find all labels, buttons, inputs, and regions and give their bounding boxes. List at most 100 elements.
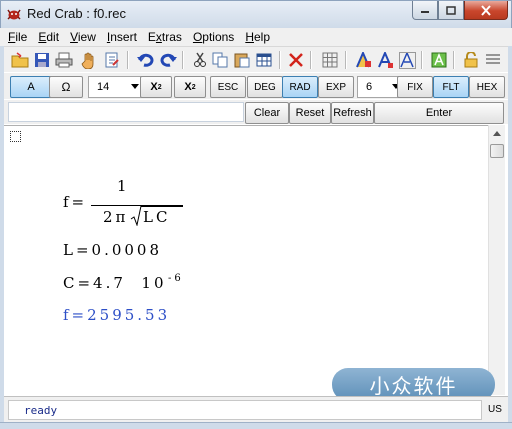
input-row: Clear Reset Refresh Enter (4, 100, 508, 124)
mode-toolbar: A Ω 14 X2 X2 ESC DEG RAD EXP 6 FIX FLT H… (4, 73, 508, 99)
copy-icon[interactable] (210, 50, 230, 70)
close-button[interactable] (464, 1, 508, 20)
status-text: ready (8, 400, 482, 420)
green-a-icon[interactable] (429, 50, 449, 70)
chevron-down-icon (131, 84, 139, 89)
square-button[interactable]: X2 (140, 76, 172, 98)
menu-file-label: ile (15, 30, 28, 44)
red-crab-app-icon (7, 9, 21, 20)
worksheet[interactable] (4, 125, 504, 395)
delete-x-icon[interactable] (286, 50, 306, 70)
enter-button[interactable]: Enter (374, 102, 504, 124)
minimize-button[interactable] (412, 1, 438, 20)
close-icon (481, 4, 491, 16)
lock-icon[interactable] (461, 50, 481, 70)
minimize-icon (421, 11, 429, 13)
font-size-value: 14 (97, 81, 110, 93)
menu-view-accel: V (70, 30, 78, 44)
cut-icon[interactable] (190, 50, 210, 70)
grid-icon[interactable] (320, 50, 340, 70)
toolbar-separator (182, 51, 184, 69)
menu-view[interactable]: View (70, 30, 96, 44)
subscript-base: X (184, 81, 192, 93)
status-bar: ready US (4, 396, 508, 422)
window-frame-bottom (0, 422, 512, 429)
variable-c-line: C=4.7 10 (63, 274, 167, 292)
maximize-button[interactable] (438, 1, 464, 20)
sqrt-overline (141, 206, 183, 207)
rad-button[interactable]: RAD (282, 76, 318, 98)
exp-button[interactable]: EXP (318, 76, 354, 98)
refresh-button[interactable]: Refresh (331, 102, 374, 124)
redo-icon[interactable] (158, 50, 178, 70)
menu-extras[interactable]: Extras (148, 30, 182, 44)
toolbar-separator (421, 51, 423, 69)
sqrt-sign (130, 206, 142, 226)
menu-file[interactable]: File (8, 30, 27, 44)
toolbar-separator (279, 51, 281, 69)
scroll-up-button[interactable] (489, 125, 505, 142)
window-title: Red Crab : f0.rec (27, 6, 126, 21)
menu-extras-label: tras (161, 30, 182, 44)
formula-numerator: 1 (117, 177, 130, 195)
square-base: X (150, 81, 158, 93)
font-a-color-icon[interactable] (353, 50, 373, 70)
menu-bar: File Edit View Insert Extras Options Hel… (0, 28, 512, 46)
font-size-select[interactable]: 14 (88, 76, 144, 98)
paste-icon[interactable] (232, 50, 252, 70)
toolbar-separator (345, 51, 347, 69)
formula-denominator-prefix: 2π (103, 208, 129, 226)
formula-lhs: f= (63, 193, 88, 211)
save-disk-icon[interactable] (32, 50, 52, 70)
menu-options-accel: O (192, 30, 203, 44)
chevron-up-icon (493, 131, 501, 136)
digits-value: 6 (366, 81, 373, 93)
fix-button[interactable]: FIX (397, 76, 433, 98)
open-folder-icon[interactable] (10, 50, 30, 70)
maximize-icon (446, 5, 456, 15)
toolbar-separator (310, 51, 312, 69)
variable-l-line: L=0.0008 (63, 241, 163, 259)
menu-options-label: ptions (202, 30, 235, 44)
edit-page-icon[interactable] (102, 50, 122, 70)
deg-button[interactable]: DEG (247, 76, 283, 98)
menu-help-accel: H (245, 30, 254, 44)
result-line: f=2595.53 (63, 306, 171, 324)
reset-button[interactable]: Reset (289, 102, 331, 124)
toolbar-separator (127, 51, 129, 69)
vertical-scrollbar[interactable] (488, 125, 505, 395)
omega-button[interactable]: Ω (49, 76, 83, 98)
window-frame-right (508, 28, 512, 422)
square-exponent: 2 (157, 83, 162, 91)
menu-insert[interactable]: Insert (107, 30, 137, 44)
hand-icon[interactable] (79, 50, 99, 70)
flt-button[interactable]: FLT (433, 76, 469, 98)
menu-edit[interactable]: Edit (38, 30, 59, 44)
esc-button[interactable]: ESC (210, 76, 246, 98)
menu-edit-label: dit (46, 30, 60, 44)
menu-help-label: elp (253, 30, 270, 44)
font-a-outline-icon[interactable] (397, 50, 417, 70)
expression-input[interactable] (8, 102, 244, 122)
scroll-thumb[interactable] (490, 144, 504, 158)
formula-radicand: LC (143, 208, 171, 226)
table-icon[interactable] (254, 50, 274, 70)
status-locale: US (488, 404, 502, 415)
hex-button[interactable]: HEX (469, 76, 505, 98)
a-button[interactable]: A (10, 76, 52, 98)
variable-c-exponent: -6 (168, 273, 184, 284)
undo-icon[interactable] (136, 50, 156, 70)
menu-insert-label: nsert (110, 30, 137, 44)
cell-marker[interactable] (10, 131, 21, 142)
lines-icon[interactable] (483, 50, 503, 70)
font-a-size-icon[interactable] (375, 50, 395, 70)
menu-view-label: iew (77, 30, 96, 44)
menu-help[interactable]: Help (245, 30, 270, 44)
subscript-index: 2 (191, 83, 196, 91)
menu-options[interactable]: Options (193, 30, 234, 44)
clear-button[interactable]: Clear (245, 102, 289, 124)
menu-extras-prefix: E (147, 30, 156, 44)
subscript-button[interactable]: X2 (174, 76, 206, 98)
toolbar-separator (453, 51, 455, 69)
print-icon[interactable] (54, 50, 74, 70)
